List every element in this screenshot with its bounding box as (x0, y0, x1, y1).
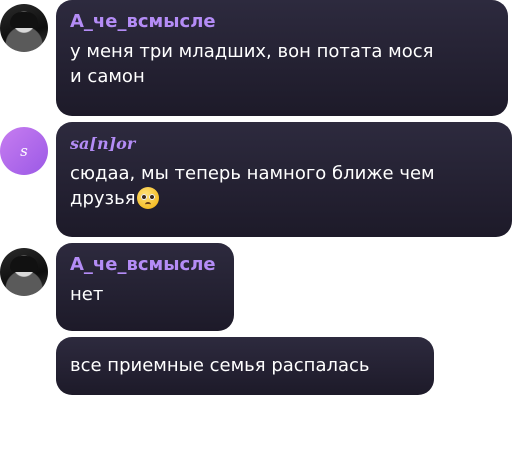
sender-name[interactable]: sa[n]or (70, 133, 498, 155)
message-text-line: сюдаа, мы теперь намного ближе чем (70, 163, 435, 184)
avatar-hair-shape (10, 256, 38, 272)
message-text-fragment: друзья (70, 188, 136, 209)
message-bubble: все приемные семья распалась (56, 337, 434, 395)
avatar-hair-shape (10, 12, 38, 28)
message-text-line: друзья (70, 186, 498, 211)
message-bubble: А_че_всмысле нет (56, 243, 234, 331)
avatar[interactable] (0, 4, 48, 52)
message-text: все приемные семья распалась (70, 355, 370, 376)
sender-name[interactable]: А_че_всмысле (70, 11, 494, 33)
avatar[interactable]: s (0, 127, 48, 175)
message-bubble: sa[n]or сюдаа, мы теперь намного ближе ч… (56, 122, 512, 237)
message-bubble: А_че_всмысле у меня три младших, вон пот… (56, 0, 508, 116)
avatar-letter: s (20, 142, 28, 160)
sender-name[interactable]: А_че_всмысле (70, 254, 220, 276)
message-text-line: и самон (70, 66, 145, 87)
message-text-line: у меня три младших, вон потата мося (70, 41, 434, 62)
message-text: нет (70, 284, 104, 305)
avatar[interactable] (0, 248, 48, 296)
pleading-face-emoji-icon (136, 187, 159, 209)
